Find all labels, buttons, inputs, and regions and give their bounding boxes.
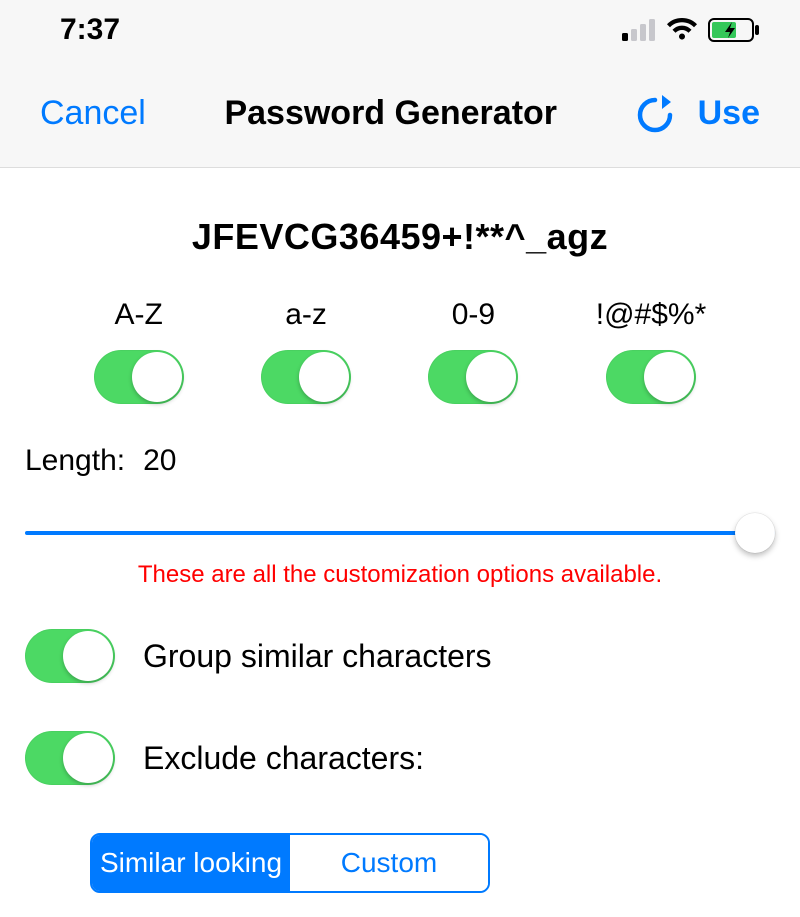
segment-similar-looking[interactable]: Similar looking (92, 835, 290, 891)
slider-thumb[interactable] (735, 513, 775, 553)
slider-track (25, 531, 775, 535)
charset-uppercase-label: A-Z (115, 298, 163, 332)
segment-custom[interactable]: Custom (290, 835, 488, 891)
group-similar-row: Group similar characters (25, 629, 775, 683)
exclude-chars-label: Exclude characters: (143, 740, 424, 777)
cancel-button[interactable]: Cancel (40, 94, 146, 133)
charset-row: A-Z a-z 0-9 !@#$%* (55, 298, 745, 404)
nav-bar: Cancel Password Generator Use (0, 60, 800, 168)
battery-charging-icon (708, 18, 760, 42)
wifi-icon (666, 18, 698, 42)
charset-symbols: !@#$%* (596, 298, 707, 404)
charset-uppercase: A-Z (94, 298, 184, 404)
exclude-chars-row: Exclude characters: (25, 731, 775, 785)
status-icons (622, 18, 760, 42)
use-button[interactable]: Use (698, 94, 760, 133)
charset-digits-toggle[interactable] (428, 350, 518, 404)
group-similar-toggle[interactable] (25, 629, 115, 683)
length-label: Length: (25, 444, 125, 478)
cellular-signal-icon (622, 19, 656, 41)
charset-digits-label: 0-9 (452, 298, 495, 332)
page-title: Password Generator (146, 94, 636, 133)
charset-lowercase-toggle[interactable] (261, 350, 351, 404)
charset-digits: 0-9 (428, 298, 518, 404)
exclude-chars-toggle[interactable] (25, 731, 115, 785)
status-time: 7:37 (60, 13, 120, 47)
exclude-mode-segmented: Similar looking Custom (90, 833, 490, 893)
charset-lowercase: a-z (261, 298, 351, 404)
charset-symbols-toggle[interactable] (606, 350, 696, 404)
content: JFEVCG36459+!**^_agz A-Z a-z 0-9 !@#$%* … (0, 168, 800, 917)
status-bar: 7:37 (0, 0, 800, 60)
length-value: 20 (143, 444, 176, 478)
generated-password: JFEVCG36459+!**^_agz (25, 216, 775, 258)
length-slider[interactable] (25, 513, 775, 553)
group-similar-label: Group similar characters (143, 638, 492, 675)
charset-uppercase-toggle[interactable] (94, 350, 184, 404)
customization-note: These are all the customization options … (25, 561, 775, 589)
refresh-button[interactable] (636, 94, 674, 134)
charset-lowercase-label: a-z (285, 298, 327, 332)
charset-symbols-label: !@#$%* (596, 298, 707, 332)
refresh-icon (636, 94, 674, 134)
length-row: Length: 20 (25, 444, 775, 478)
